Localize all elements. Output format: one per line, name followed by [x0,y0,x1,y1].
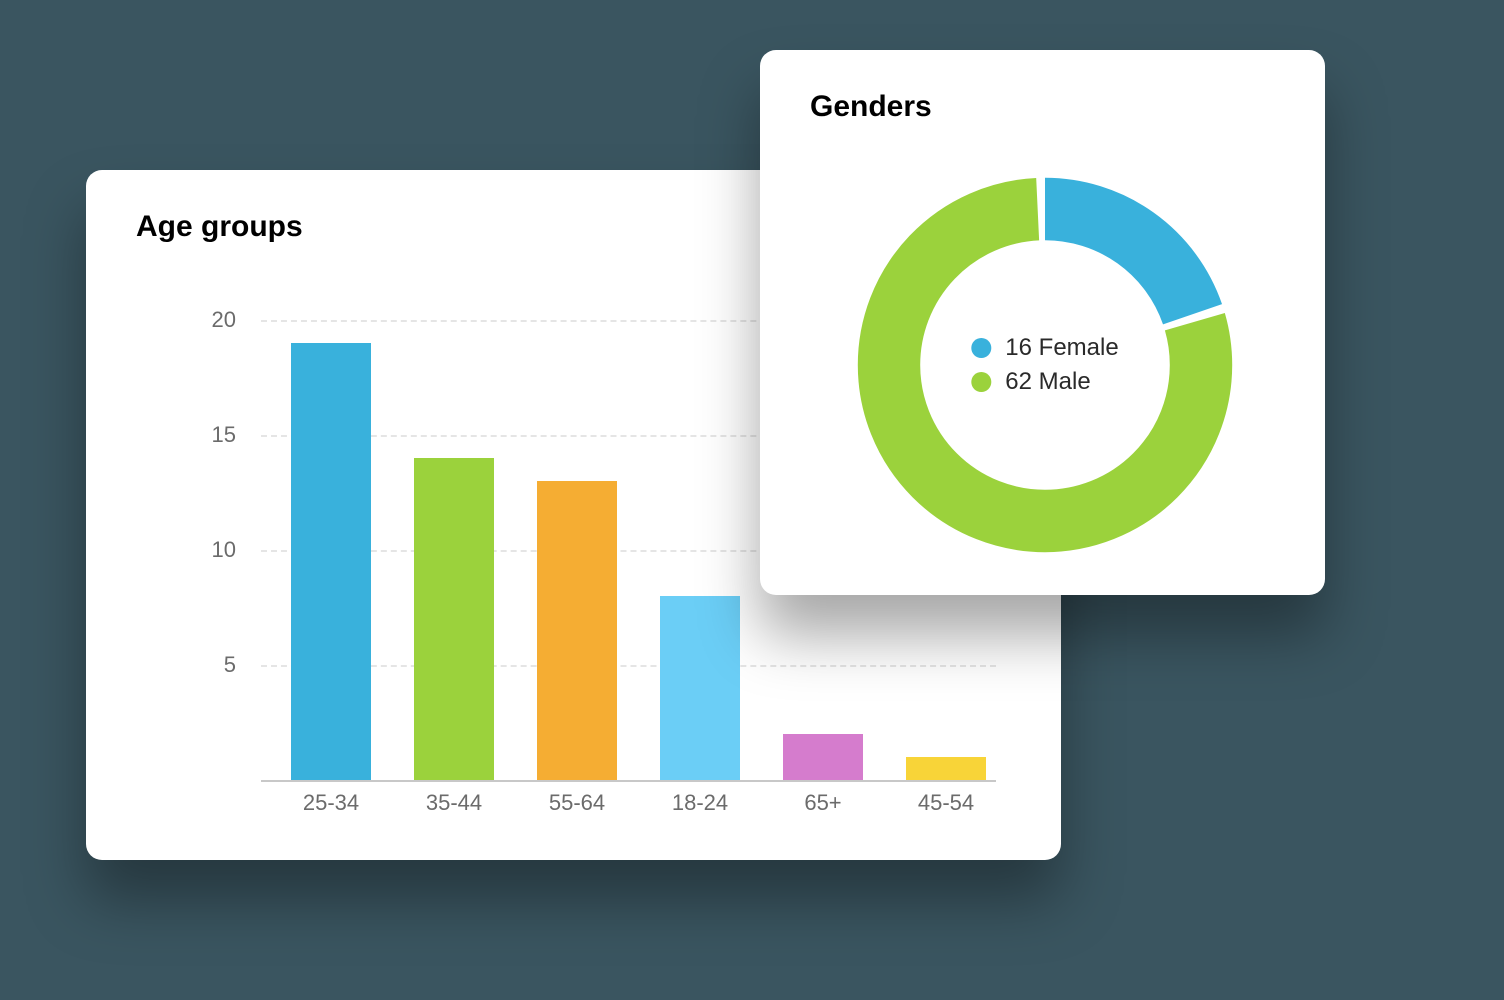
y-axis-tick: 20 [196,307,236,333]
x-axis-tick: 65+ [773,790,873,816]
legend-swatch-female [971,338,991,358]
x-axis-tick: 35-44 [404,790,504,816]
legend-swatch-male [971,372,991,392]
bar-55-64 [537,481,617,780]
bar-25-34 [291,343,371,780]
x-axis-line [261,780,996,782]
bar-45-54 [906,757,986,780]
y-axis-tick: 15 [196,422,236,448]
x-axis-tick: 18-24 [650,790,750,816]
x-axis-tick: 25-34 [281,790,381,816]
x-axis-tick: 55-64 [527,790,627,816]
x-axis-tick: 45-54 [896,790,996,816]
y-axis-tick: 5 [196,652,236,678]
genders-card: Genders 16 Female 62 Male [760,50,1325,595]
legend-row-male: 62 Male [971,368,1118,396]
bar-18-24 [660,596,740,780]
grid-line [261,665,996,667]
genders-title: Genders [760,50,1325,124]
legend-label-female: 16 Female [1005,334,1118,362]
legend-row-female: 16 Female [971,334,1118,362]
legend-label-male: 62 Male [1005,368,1090,396]
y-axis-tick: 10 [196,537,236,563]
bar-35-44 [414,458,494,780]
bar-65+ [783,734,863,780]
genders-donut-chart: 16 Female 62 Male [850,170,1240,560]
genders-legend: 16 Female 62 Male [971,328,1118,402]
